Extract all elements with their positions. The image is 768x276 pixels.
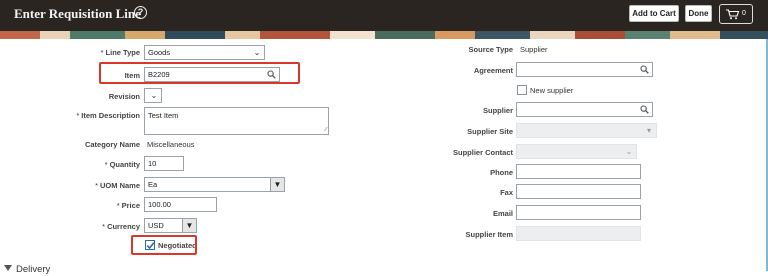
- supplier-item-label: Supplier Item: [465, 230, 513, 239]
- cart-icon: [726, 9, 740, 20]
- fax-input[interactable]: [516, 184, 641, 199]
- agreement-label: Agreement: [473, 66, 513, 75]
- source-type-label: Source Type: [468, 45, 513, 54]
- price-input[interactable]: 100.00: [144, 197, 217, 212]
- supplier-input[interactable]: [516, 102, 653, 117]
- email-label: Email: [492, 209, 513, 218]
- item-description-input[interactable]: Test Item ∕∕: [144, 107, 329, 135]
- collapse-triangle-icon: [4, 265, 12, 271]
- help-icon[interactable]: ?: [134, 6, 147, 19]
- done-button[interactable]: Done: [685, 5, 712, 22]
- page-title: Enter Requisition Line: [14, 6, 141, 21]
- uom-name-select[interactable]: Ea ▼: [144, 177, 285, 192]
- item-highlight: [99, 62, 300, 84]
- cart-button[interactable]: 0: [719, 4, 753, 24]
- search-icon[interactable]: [640, 65, 649, 74]
- supplier-site-select: ▾: [516, 123, 657, 138]
- new-supplier-checkbox[interactable]: [517, 85, 527, 95]
- chevron-down-icon: ⌄: [253, 48, 261, 57]
- supplier-item-input: [516, 226, 641, 241]
- delivery-section-header[interactable]: Delivery: [4, 264, 50, 275]
- chevron-down-icon: ⌄: [150, 91, 158, 100]
- add-to-cart-button[interactable]: Add to Cart: [629, 5, 679, 22]
- email-input[interactable]: [516, 205, 641, 220]
- decorative-banner: [0, 31, 768, 39]
- phone-input[interactable]: [516, 164, 641, 179]
- caret-down-icon[interactable]: ▼: [270, 178, 284, 191]
- uom-name-label: * UOM Name: [95, 181, 140, 190]
- new-supplier-label: New supplier: [530, 86, 574, 95]
- chevron-down-icon: ⌄: [625, 147, 633, 156]
- quantity-label: * Quantity: [104, 160, 140, 169]
- negotiated-highlight: [131, 235, 197, 255]
- caret-down-icon[interactable]: ▼: [182, 219, 196, 232]
- category-name-value: Miscellaneous: [147, 140, 195, 149]
- caret-down-icon: ▾: [646, 126, 651, 135]
- currency-select[interactable]: USD ▼: [144, 218, 197, 233]
- delivery-section-label: Delivery: [16, 264, 51, 275]
- phone-label: Phone: [490, 168, 513, 177]
- revision-select[interactable]: ⌄: [144, 88, 162, 103]
- resize-handle-icon[interactable]: ∕∕: [325, 127, 327, 133]
- supplier-contact-label: Supplier Contact: [452, 148, 513, 157]
- line-type-select[interactable]: Goods ⌄: [144, 45, 265, 60]
- agreement-input[interactable]: [516, 62, 653, 77]
- category-name-label: Category Name: [84, 140, 140, 149]
- search-icon[interactable]: [640, 105, 649, 114]
- page-header: Enter Requisition Line ? Add to Cart Don…: [0, 0, 768, 31]
- revision-label: Revision: [108, 92, 140, 101]
- currency-label: * Currency: [102, 222, 140, 231]
- cart-count: 0: [742, 10, 746, 17]
- item-description-label: * Item Description: [76, 111, 140, 120]
- supplier-label: Supplier: [482, 106, 513, 115]
- supplier-contact-select: ⌄: [516, 144, 637, 159]
- quantity-input[interactable]: 10: [144, 156, 184, 171]
- source-type-value: Supplier: [520, 45, 548, 54]
- line-type-label: * Line Type: [100, 48, 140, 57]
- price-label: * Price: [116, 201, 140, 210]
- supplier-site-label: Supplier Site: [467, 127, 513, 136]
- fax-label: Fax: [500, 188, 513, 197]
